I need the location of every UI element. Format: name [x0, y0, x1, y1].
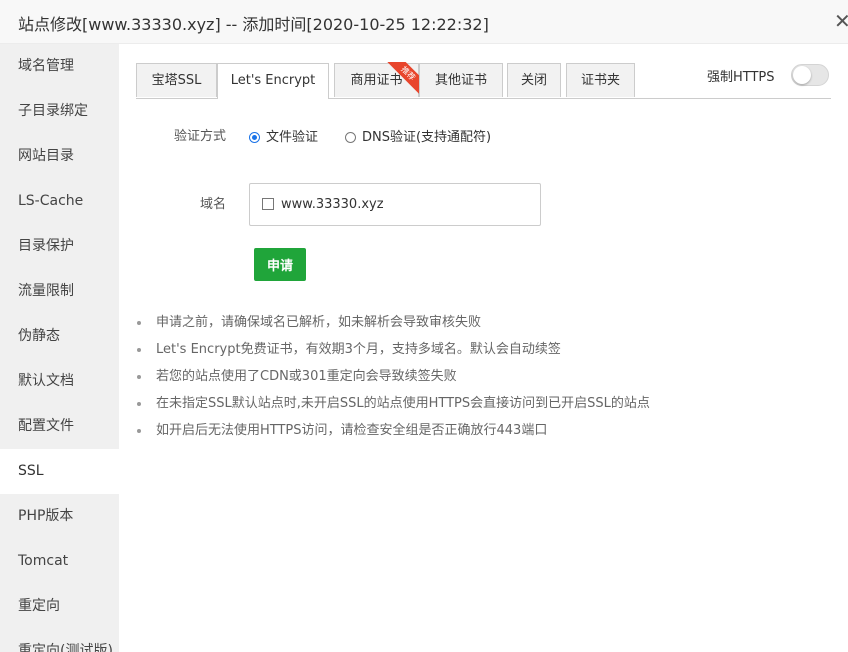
tab-commercial-cert-label: 商用证书: [350, 73, 403, 88]
sidebar-item-config-file[interactable]: 配置文件: [0, 404, 119, 449]
tip-text: Let's Encrypt免费证书，有效期3个月，支持多域名。默认会自动续签: [156, 342, 561, 357]
sidebar-item-default-document[interactable]: 默认文档: [0, 359, 119, 404]
tip-text: 如开启后无法使用HTTPS访问，请检查安全组是否正确放行443端口: [156, 423, 548, 438]
ssl-panel: 宝塔SSL Let's Encrypt 商用证书 推荐 其他证书 关闭 证书夹 …: [119, 44, 848, 652]
tip-text: 申请之前，请确保域名已解析，如未解析会导致审核失败: [156, 315, 482, 330]
bullet-icon: [137, 429, 141, 433]
sidebar-item-tomcat[interactable]: Tomcat: [0, 539, 119, 584]
sidebar-item-directory-protection[interactable]: 目录保护: [0, 224, 119, 269]
radio-checked-icon: [249, 132, 260, 143]
radio-file-verify-label: 文件验证: [266, 130, 319, 145]
tip-item: 在未指定SSL默认站点时,未开启SSL的站点使用HTTPS会直接访问到已开启SS…: [134, 395, 650, 422]
toggle-knob: [793, 66, 811, 84]
checkbox-icon: [262, 198, 274, 210]
sidebar-item-subdirectory-binding[interactable]: 子目录绑定: [0, 89, 119, 134]
sidebar-item-ssl[interactable]: SSL: [0, 449, 119, 494]
force-https-toggle[interactable]: [791, 64, 829, 86]
radio-file-verify[interactable]: 文件验证: [249, 126, 318, 145]
domain-checkbox-label: www.33330.xyz: [281, 197, 384, 212]
force-https-label: 强制HTTPS: [707, 70, 775, 85]
domain-label: 域名: [199, 197, 226, 212]
close-icon[interactable]: ✕: [834, 10, 848, 32]
sidebar-item-domain-management[interactable]: 域名管理: [0, 44, 119, 89]
bullet-icon: [137, 375, 141, 379]
tip-text: 在未指定SSL默认站点时,未开启SSL的站点使用HTTPS会直接访问到已开启SS…: [156, 396, 650, 411]
radio-dns-verify[interactable]: DNS验证(支持通配符): [345, 126, 491, 145]
tab-baota-ssl[interactable]: 宝塔SSL: [136, 63, 217, 97]
tab-close[interactable]: 关闭: [507, 63, 561, 97]
window-title: 站点修改[www.33330.xyz] -- 添加时间[2020-10-25 1…: [18, 15, 489, 34]
sidebar-item-ls-cache[interactable]: LS-Cache: [0, 179, 119, 224]
tab-cert-folder[interactable]: 证书夹: [566, 63, 635, 97]
bullet-icon: [137, 348, 141, 352]
tips-list: 申请之前，请确保域名已解析，如未解析会导致审核失败 Let's Encrypt免…: [134, 314, 650, 449]
tab-commercial-cert[interactable]: 商用证书 推荐: [334, 62, 420, 97]
bullet-icon: [137, 402, 141, 406]
sidebar-item-site-directory[interactable]: 网站目录: [0, 134, 119, 179]
tip-item: Let's Encrypt免费证书，有效期3个月，支持多域名。默认会自动续签: [134, 341, 650, 368]
sidebar-item-rewrite[interactable]: 伪静态: [0, 314, 119, 359]
window-titlebar: 站点修改[www.33330.xyz] -- 添加时间[2020-10-25 1…: [0, 0, 848, 44]
tab-lets-encrypt[interactable]: Let's Encrypt: [217, 63, 329, 99]
sidebar-item-traffic-limit[interactable]: 流量限制: [0, 269, 119, 314]
sidebar: 域名管理 子目录绑定 网站目录 LS-Cache 目录保护 流量限制 伪静态 默…: [0, 44, 119, 652]
sidebar-item-redirect[interactable]: 重定向: [0, 584, 119, 629]
bullet-icon: [137, 321, 141, 325]
sidebar-item-redirect-beta[interactable]: 重定向(测试版): [0, 629, 119, 652]
radio-dns-verify-label: DNS验证(支持通配符): [362, 130, 492, 145]
tip-item: 如开启后无法使用HTTPS访问，请检查安全组是否正确放行443端口: [134, 422, 650, 449]
apply-button[interactable]: 申请: [254, 248, 306, 281]
radio-unchecked-icon: [345, 132, 356, 143]
tip-item: 申请之前，请确保域名已解析，如未解析会导致审核失败: [134, 314, 650, 341]
verify-method-label: 验证方式: [173, 129, 226, 144]
domain-list-box: www.33330.xyz: [249, 183, 541, 226]
tip-item: 若您的站点使用了CDN或301重定向会导致续签失败: [134, 368, 650, 395]
sidebar-item-php-version[interactable]: PHP版本: [0, 494, 119, 539]
tab-other-cert[interactable]: 其他证书: [419, 63, 503, 97]
domain-checkbox-item[interactable]: www.33330.xyz: [262, 197, 384, 212]
tip-text: 若您的站点使用了CDN或301重定向会导致续签失败: [156, 369, 457, 384]
